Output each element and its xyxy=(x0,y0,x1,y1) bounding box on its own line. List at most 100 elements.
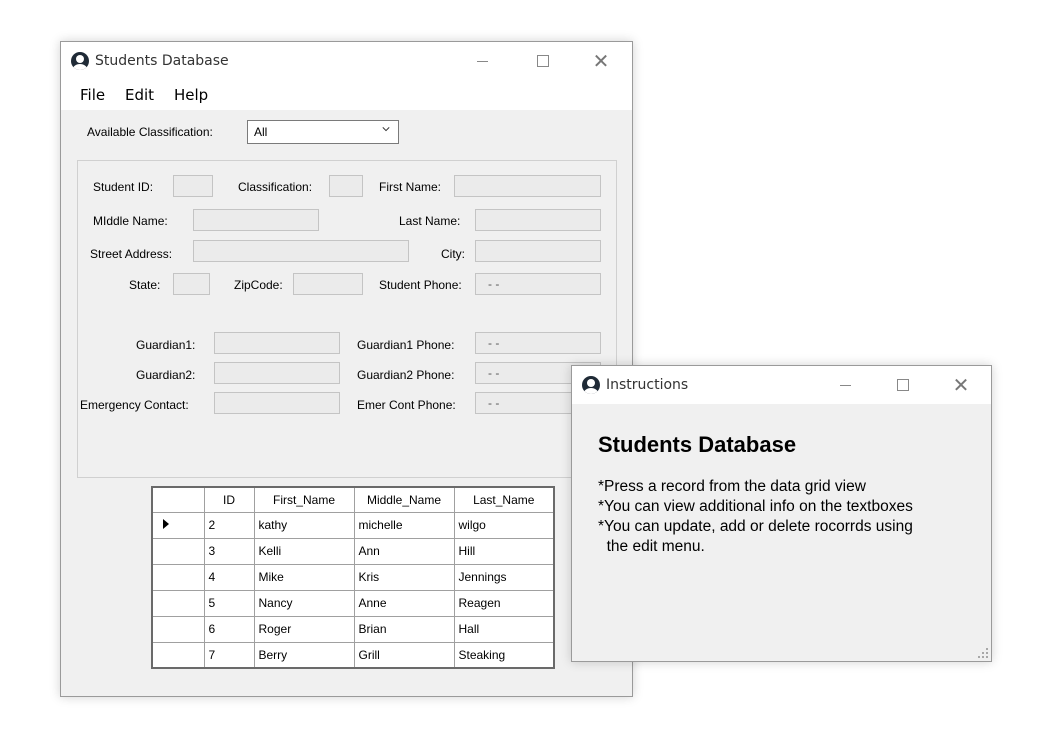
middle-name-label: MIddle Name: xyxy=(93,214,168,228)
classification-filter-label: Available Classification: xyxy=(87,125,213,139)
last-name-label: Last Name: xyxy=(399,214,461,228)
chevron-down-icon xyxy=(382,127,390,132)
column-header-first-name[interactable]: First_Name xyxy=(253,486,355,513)
cell-last-name[interactable]: Hill xyxy=(453,537,555,565)
row-header[interactable] xyxy=(151,615,205,643)
row-header-corner xyxy=(151,486,205,513)
guardian2-label: Guardian2: xyxy=(136,368,196,382)
main-window: Students Database ✕ File Edit Help Avail… xyxy=(60,41,633,697)
column-header-middle-name[interactable]: Middle_Name xyxy=(353,486,455,513)
instruction-line: *Press a record from the data grid view xyxy=(598,478,866,495)
middle-name-field[interactable] xyxy=(193,209,319,231)
emergency-contact-label: Emergency Contact: xyxy=(80,398,189,412)
cell-last-name[interactable]: wilgo xyxy=(453,511,555,539)
maximize-button[interactable] xyxy=(520,42,566,80)
column-header-id[interactable]: ID xyxy=(203,486,255,513)
cell-id[interactable]: 7 xyxy=(203,641,255,669)
grid-header-row: ID First_Name Middle_Name Last_Name xyxy=(151,486,555,513)
menu-file[interactable]: File xyxy=(80,86,105,104)
instruction-line: *You can view additional info on the tex… xyxy=(598,498,913,515)
row-header[interactable] xyxy=(151,641,205,669)
street-address-label: Street Address: xyxy=(90,247,173,261)
cell-first-name[interactable]: Berry xyxy=(253,641,355,669)
cell-last-name[interactable]: Hall xyxy=(453,615,555,643)
cell-middle-name[interactable]: Grill xyxy=(353,641,455,669)
student-id-label: Student ID: xyxy=(93,180,154,194)
student-phone-field[interactable]: - - xyxy=(475,273,601,295)
user-avatar-icon xyxy=(582,376,600,394)
cell-middle-name[interactable]: Ann xyxy=(353,537,455,565)
cell-first-name[interactable]: Mike xyxy=(253,563,355,591)
menu-help[interactable]: Help xyxy=(174,86,208,104)
cell-last-name[interactable]: Jennings xyxy=(453,563,555,591)
instructions-window: Instructions ✕ Students Database *Press … xyxy=(571,365,992,662)
row-header[interactable] xyxy=(151,563,205,591)
guardian1-field[interactable] xyxy=(214,332,340,354)
cell-first-name[interactable]: Nancy xyxy=(253,589,355,617)
last-name-field[interactable] xyxy=(475,209,601,231)
emergency-contact-field[interactable] xyxy=(214,392,340,414)
table-row[interactable]: 5 Nancy Anne Reagen xyxy=(151,589,555,617)
cell-middle-name[interactable]: Anne xyxy=(353,589,455,617)
menu-edit[interactable]: Edit xyxy=(125,86,154,104)
cell-first-name[interactable]: Kelli xyxy=(253,537,355,565)
resize-grip-icon[interactable] xyxy=(978,648,988,658)
column-header-last-name[interactable]: Last_Name xyxy=(453,486,555,513)
city-label: City: xyxy=(441,247,465,261)
classification-field[interactable] xyxy=(329,175,363,197)
cell-id[interactable]: 3 xyxy=(203,537,255,565)
table-row[interactable]: 7 Berry Grill Steaking xyxy=(151,641,555,669)
window-title: Students Database xyxy=(95,53,229,69)
cell-last-name[interactable]: Reagen xyxy=(453,589,555,617)
close-button[interactable]: ✕ xyxy=(578,42,624,80)
street-address-field[interactable] xyxy=(193,240,409,262)
row-header[interactable] xyxy=(151,511,205,539)
cell-first-name[interactable]: kathy xyxy=(253,511,355,539)
cell-id[interactable]: 6 xyxy=(203,615,255,643)
student-phone-label: Student Phone: xyxy=(379,278,462,292)
guardian1-label: Guardian1: xyxy=(136,338,196,352)
cell-middle-name[interactable]: michelle xyxy=(353,511,455,539)
city-field[interactable] xyxy=(475,240,601,262)
first-name-label: First Name: xyxy=(379,180,442,194)
table-row[interactable]: 6 Roger Brian Hall xyxy=(151,615,555,643)
classification-filter-value: All xyxy=(254,125,268,139)
table-row[interactable]: 4 Mike Kris Jennings xyxy=(151,563,555,591)
cell-middle-name[interactable]: Brian xyxy=(353,615,455,643)
guardian1-phone-field[interactable]: - - xyxy=(475,332,601,354)
emer-cont-phone-label: Emer Cont Phone: xyxy=(357,398,456,412)
student-details-group xyxy=(77,160,617,478)
user-avatar-icon xyxy=(71,52,89,70)
table-row[interactable]: 3 Kelli Ann Hill xyxy=(151,537,555,565)
zipcode-field[interactable] xyxy=(293,273,363,295)
minimize-button[interactable] xyxy=(822,366,868,404)
state-field[interactable] xyxy=(173,273,210,295)
table-row[interactable]: 2 kathy michelle wilgo xyxy=(151,511,555,539)
minimize-button[interactable] xyxy=(459,42,505,80)
zipcode-label: ZipCode: xyxy=(234,278,283,292)
cell-id[interactable]: 4 xyxy=(203,563,255,591)
close-button[interactable]: ✕ xyxy=(938,366,984,404)
menu-bar: File Edit Help xyxy=(61,80,632,110)
row-header[interactable] xyxy=(151,537,205,565)
instructions-title-bar[interactable]: Instructions ✕ xyxy=(572,366,991,404)
main-title-bar[interactable]: Students Database ✕ xyxy=(61,42,632,80)
cell-first-name[interactable]: Roger xyxy=(253,615,355,643)
cell-id[interactable]: 5 xyxy=(203,589,255,617)
row-header[interactable] xyxy=(151,589,205,617)
guardian1-phone-label: Guardian1 Phone: xyxy=(357,338,455,352)
students-data-grid[interactable]: ID First_Name Middle_Name Last_Name 2 ka… xyxy=(151,486,555,669)
cell-middle-name[interactable]: Kris xyxy=(353,563,455,591)
cell-last-name[interactable]: Steaking xyxy=(453,641,555,669)
guardian2-field[interactable] xyxy=(214,362,340,384)
instructions-heading: Students Database xyxy=(598,432,797,457)
maximize-button[interactable] xyxy=(880,366,926,404)
current-row-arrow-icon xyxy=(163,519,169,529)
first-name-field[interactable] xyxy=(454,175,601,197)
classification-filter-dropdown[interactable]: All xyxy=(247,120,399,144)
instruction-line: the edit menu. xyxy=(598,538,705,555)
state-label: State: xyxy=(129,278,161,292)
student-id-field[interactable] xyxy=(173,175,213,197)
guardian2-phone-label: Guardian2 Phone: xyxy=(357,368,455,382)
cell-id[interactable]: 2 xyxy=(203,511,255,539)
